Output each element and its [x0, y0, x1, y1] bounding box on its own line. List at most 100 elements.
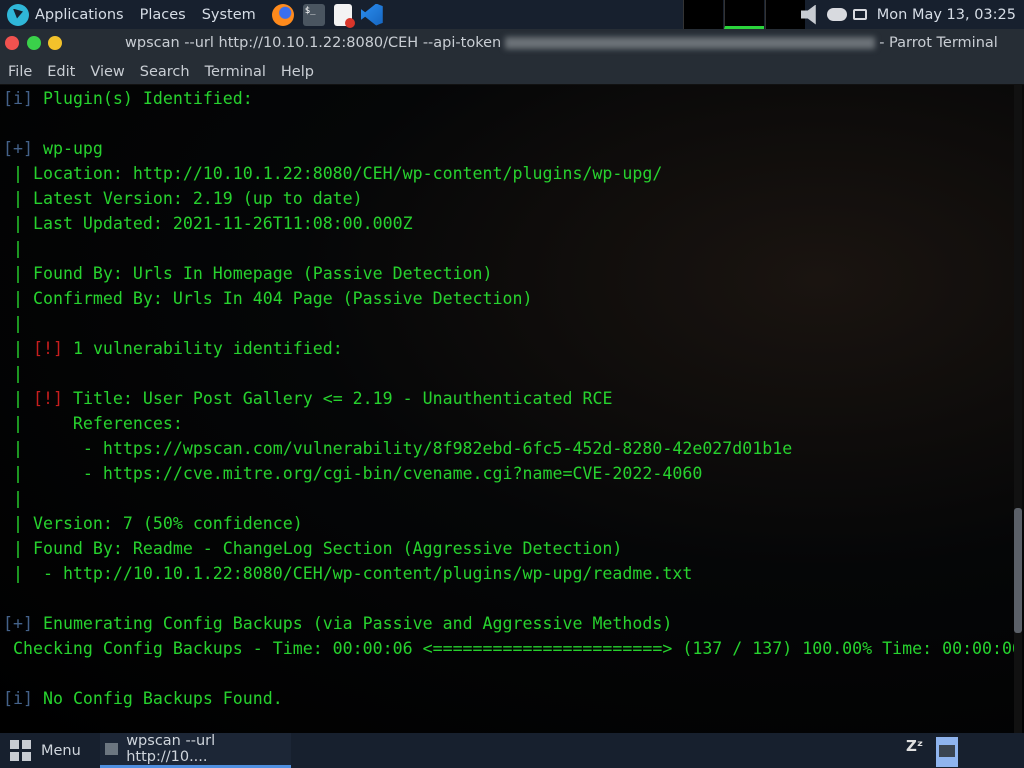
output-text: Title: User Post Gallery <= 2.19 - Unaut…: [63, 389, 612, 408]
title-app: - Parrot Terminal: [879, 35, 998, 51]
status-marker: [+]: [3, 139, 33, 158]
status-marker: [i]: [3, 89, 33, 108]
output-text: 1 vulnerability identified:: [63, 339, 343, 358]
terminal-line: | [!] 1 vulnerability identified:: [3, 336, 1022, 361]
menu-file[interactable]: File: [8, 64, 32, 80]
terminal-icon: [105, 743, 118, 755]
parrot-logo-icon[interactable]: [7, 4, 29, 26]
status-marker: [+]: [3, 614, 33, 633]
taskbar-task-terminal[interactable]: wpscan --url http://10....: [100, 733, 291, 768]
output-text: |: [3, 364, 23, 383]
scrollbar-thumb[interactable]: [1014, 508, 1022, 633]
terminal-line: | Last Updated: 2021-11-26T11:08:00.000Z: [3, 211, 1022, 236]
terminal-line: [+] Enumerating Config Backups (via Pass…: [3, 611, 1022, 636]
terminal-line: [i] Plugin(s) Identified:: [3, 86, 1022, 111]
output-text: | Last Updated: 2021-11-26T11:08:00.000Z: [3, 214, 413, 233]
alert-marker: [!]: [33, 389, 63, 408]
display-icon[interactable]: [853, 9, 867, 20]
output-text: | Location: http://10.10.1.22:8080/CEH/w…: [3, 164, 662, 183]
firefox-icon[interactable]: [272, 4, 294, 26]
output-text: |: [3, 314, 23, 333]
output-text: | References:: [3, 414, 183, 433]
output-text: | - https://wpscan.com/vulnerability/8f9…: [3, 439, 792, 458]
close-button[interactable]: [5, 36, 19, 50]
menu-edit[interactable]: Edit: [47, 64, 75, 80]
applications-menu[interactable]: Applications: [35, 7, 124, 23]
terminal-line: [3, 586, 1022, 611]
output-text: Enumerating Config Backups (via Passive …: [33, 614, 672, 633]
grid-icon: [10, 740, 31, 761]
maximize-button[interactable]: [27, 36, 41, 50]
minimize-button[interactable]: [48, 36, 62, 50]
menu-help[interactable]: Help: [281, 64, 314, 80]
terminal-line: |: [3, 311, 1022, 336]
show-terminal-icon[interactable]: [936, 737, 958, 767]
task-label: wpscan --url http://10....: [126, 733, 291, 765]
terminal-line: |: [3, 486, 1022, 511]
taskbar: Menu wpscan --url http://10.... Zᶻ: [0, 733, 1024, 768]
terminal-line: | [!] Title: User Post Gallery <= 2.19 -…: [3, 386, 1022, 411]
output-text: | - https://cve.mitre.org/cgi-bin/cvenam…: [3, 464, 702, 483]
menu-view[interactable]: View: [90, 64, 124, 80]
workspace-2[interactable]: [724, 0, 764, 29]
taskbar-tray: Zᶻ: [906, 737, 958, 767]
terminal-line: | - https://cve.mitre.org/cgi-bin/cvenam…: [3, 461, 1022, 486]
places-menu[interactable]: Places: [140, 7, 186, 23]
system-menu[interactable]: System: [202, 7, 256, 23]
title-command: wpscan --url http://10.10.1.22:8080/CEH …: [125, 35, 501, 51]
terminal-icon[interactable]: $_: [303, 4, 325, 26]
output-text: Plugin(s) Identified:: [33, 89, 253, 108]
terminal-line: | Found By: Urls In Homepage (Passive De…: [3, 261, 1022, 286]
terminal-line: [3, 661, 1022, 686]
menu-search[interactable]: Search: [140, 64, 190, 80]
output-text: | Found By: Urls In Homepage (Passive De…: [3, 264, 493, 283]
terminal-lines: [i] Plugin(s) Identified: [+] wp-upg | Lo…: [3, 86, 1022, 711]
output-text: |: [3, 239, 23, 258]
volume-icon[interactable]: [801, 5, 821, 25]
terminal-line: | - https://wpscan.com/vulnerability/8f9…: [3, 436, 1022, 461]
start-menu-button[interactable]: Menu: [10, 740, 81, 761]
output-text: | - http://10.10.1.22:8080/CEH/wp-conten…: [3, 564, 692, 583]
network-icon[interactable]: [827, 8, 847, 21]
terminal-line: | Version: 7 (50% confidence): [3, 511, 1022, 536]
menu-bar: File Edit View Search Terminal Help: [0, 59, 1024, 84]
output-text: | Found By: Readme - ChangeLog Section (…: [3, 539, 622, 558]
output-text: wp-upg: [33, 139, 103, 158]
terminal-line: | - http://10.10.1.22:8080/CEH/wp-conten…: [3, 561, 1022, 586]
output-text: | Version: 7 (50% confidence): [3, 514, 303, 533]
workspace-3[interactable]: [765, 0, 805, 29]
terminal-line: | Found By: Readme - ChangeLog Section (…: [3, 536, 1022, 561]
status-marker: [i]: [3, 689, 33, 708]
window-title: wpscan --url http://10.10.1.22:8080/CEH …: [125, 35, 998, 51]
output-text: |: [3, 339, 33, 358]
output-text: | Latest Version: 2.19 (up to date): [3, 189, 363, 208]
alert-marker: [!]: [33, 339, 63, 358]
terminal-line: | Confirmed By: Urls In 404 Page (Passiv…: [3, 286, 1022, 311]
terminal-line: |: [3, 236, 1022, 261]
text-editor-icon[interactable]: [334, 4, 352, 26]
terminal-line: |: [3, 361, 1022, 386]
system-tray: Mon May 13, 03:25: [801, 0, 1016, 29]
terminal-line: | Location: http://10.10.1.22:8080/CEH/w…: [3, 161, 1022, 186]
clock[interactable]: Mon May 13, 03:25: [877, 7, 1016, 23]
vscode-icon[interactable]: [361, 4, 383, 26]
window-titlebar[interactable]: wpscan --url http://10.10.1.22:8080/CEH …: [0, 29, 1024, 59]
workspace-1[interactable]: [683, 0, 723, 29]
output-text: No Config Backups Found.: [33, 689, 283, 708]
terminal-line: [i] No Config Backups Found.: [3, 686, 1022, 711]
redacted-token: [505, 37, 875, 49]
sleep-inhibit-icon[interactable]: Zᶻ: [906, 737, 928, 761]
output-text: Checking Config Backups - Time: 00:00:06…: [3, 639, 1022, 658]
scrollbar[interactable]: [1014, 85, 1022, 734]
output-text: | Confirmed By: Urls In 404 Page (Passiv…: [3, 289, 533, 308]
terminal-output[interactable]: [i] Plugin(s) Identified: [+] wp-upg | Lo…: [0, 84, 1024, 733]
output-text: |: [3, 489, 23, 508]
menu-terminal[interactable]: Terminal: [205, 64, 266, 80]
terminal-line: Checking Config Backups - Time: 00:00:06…: [3, 636, 1022, 661]
terminal-line: [+] wp-upg: [3, 136, 1022, 161]
terminal-line: | Latest Version: 2.19 (up to date): [3, 186, 1022, 211]
terminal-line: | References:: [3, 411, 1022, 436]
menu-label: Menu: [41, 743, 81, 759]
terminal-line: [3, 111, 1022, 136]
output-text: |: [3, 389, 33, 408]
